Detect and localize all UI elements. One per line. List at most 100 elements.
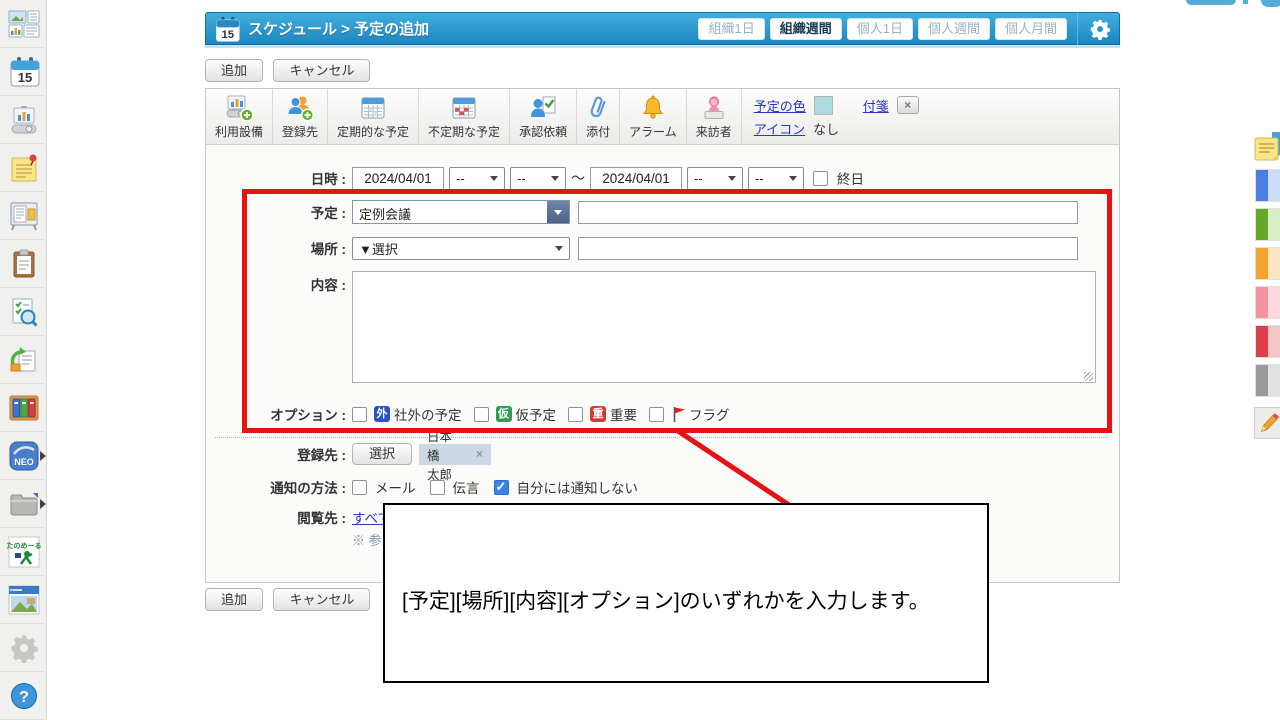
sidebar-item-tanomail[interactable]: たのめーる: [0, 528, 47, 576]
allday-checkbox[interactable]: [813, 171, 828, 186]
option-external-checkbox[interactable]: [352, 407, 367, 422]
sticky-note-icon: [1252, 130, 1280, 166]
sidebar-item-settings[interactable]: [0, 624, 47, 672]
plan-preset-select[interactable]: 定例会議: [352, 200, 570, 224]
neo-expand-arrow-icon[interactable]: [40, 451, 46, 461]
view-button-org-day[interactable]: 組織1日: [698, 18, 764, 40]
bulletin-board-icon: [8, 200, 40, 232]
chevron-down-icon: [728, 176, 736, 181]
equipment-projector-icon: [8, 104, 40, 136]
folder-icon: [8, 489, 40, 519]
header-divider: [1077, 12, 1078, 45]
start-hour-select[interactable]: --: [449, 167, 505, 190]
end-hour-select[interactable]: --: [687, 167, 743, 190]
textarea-resize-handle[interactable]: [1084, 372, 1093, 381]
fusen-color-blue[interactable]: [1256, 170, 1280, 201]
add-button-top[interactable]: 追加: [205, 59, 263, 82]
cancel-button-bottom[interactable]: キャンセル: [273, 588, 370, 611]
sidebar-item-document[interactable]: [0, 384, 47, 432]
fusen-note-button[interactable]: [1252, 130, 1280, 171]
sidebar-item-help[interactable]: ?: [0, 672, 47, 720]
view-button-org-week[interactable]: 組織週間: [770, 18, 842, 40]
callout-box: [予定][場所][内容][オプション]のいずれかを入力します。: [383, 503, 989, 683]
registrant-remove-icon[interactable]: ×: [476, 447, 483, 461]
plan-label: 予定 :: [213, 202, 346, 222]
folder-expand-arrow-icon[interactable]: [40, 499, 46, 509]
chevron-down-icon: [555, 246, 563, 251]
fusen-color-gray[interactable]: [1256, 365, 1280, 396]
fusen-color-orange[interactable]: [1256, 248, 1280, 279]
sidebar-item-folder[interactable]: [0, 480, 47, 528]
view-button-personal-month[interactable]: 個人月間: [995, 18, 1067, 40]
option-flag-checkbox[interactable]: [649, 407, 664, 422]
notify-message-checkbox[interactable]: [430, 480, 445, 495]
date-range-tilde: ～: [571, 168, 585, 188]
toolbar-recurring-button[interactable]: 定期的な予定: [328, 89, 419, 144]
sidebar-item-portal[interactable]: [0, 0, 47, 48]
option-tentative-checkbox[interactable]: [474, 407, 489, 422]
place-text-input[interactable]: [578, 237, 1078, 260]
toolbar-visitor-button[interactable]: 来訪者: [687, 89, 742, 144]
plan-color-swatch[interactable]: [814, 96, 833, 115]
notify-not-self-checkbox[interactable]: [494, 480, 509, 495]
portal-icon: [7, 9, 41, 39]
toolbar-approval-button[interactable]: 承認依頼: [510, 89, 577, 144]
toolbar-attach-button[interactable]: 添付: [577, 89, 620, 144]
fusen-link[interactable]: 付箋: [863, 96, 889, 115]
toolbar-equipment-button[interactable]: 利用設備: [206, 89, 273, 144]
registrant-select-button[interactable]: 選択: [352, 443, 412, 465]
fusen-color-green[interactable]: [1256, 209, 1280, 240]
notify-mail-checkbox[interactable]: [352, 480, 367, 495]
visibility-label: 閲覧先 :: [213, 507, 346, 527]
chevron-down-icon: [554, 210, 562, 215]
sidebar-item-survey[interactable]: [0, 288, 47, 336]
end-date-input[interactable]: [590, 167, 682, 190]
plan-text-input[interactable]: [578, 201, 1078, 224]
calendar-recurring-icon: [359, 94, 387, 122]
visitor-icon: [700, 94, 728, 122]
sidebar-item-schedule[interactable]: 15: [0, 48, 47, 96]
svg-text:15: 15: [17, 70, 31, 85]
workflow-circulation-icon: [8, 344, 40, 376]
plan-select-button[interactable]: [547, 201, 569, 223]
icon-link[interactable]: アイコン: [754, 119, 805, 138]
todo-clipboard-icon: [8, 248, 40, 280]
sidebar-item-neo[interactable]: NEO: [0, 432, 47, 480]
start-date-input[interactable]: [352, 167, 444, 190]
calendar-irregular-icon: [450, 94, 478, 122]
sidebar-item-memo[interactable]: [0, 144, 47, 192]
toolbar-registrant-button[interactable]: 登録先: [273, 89, 328, 144]
toolbar-alarm-button[interactable]: アラーム: [620, 89, 687, 144]
fusen-edit-button[interactable]: [1254, 407, 1280, 439]
sidebar-item-workflow[interactable]: [0, 336, 47, 384]
datetime-label: 日時 :: [213, 168, 346, 188]
sidebar-item-welfare-banner[interactable]: [0, 576, 47, 624]
plan-color-link[interactable]: 予定の色: [754, 96, 806, 115]
place-select[interactable]: ▼選択: [352, 237, 570, 260]
sidebar-item-bulletin[interactable]: [0, 192, 47, 240]
paperclip-icon: [586, 94, 610, 122]
add-button-bottom[interactable]: 追加: [205, 588, 263, 611]
fusen-color-pink[interactable]: [1256, 287, 1280, 318]
person-add-icon: [286, 94, 314, 122]
toolbar-equipment-label: 利用設備: [215, 123, 263, 140]
fusen-color-red[interactable]: [1256, 326, 1280, 357]
sidebar-item-equipment[interactable]: [0, 96, 47, 144]
view-button-personal-week[interactable]: 個人週間: [918, 18, 990, 40]
option-important-checkbox[interactable]: [568, 407, 583, 422]
cancel-button-top[interactable]: キャンセル: [273, 59, 370, 82]
welfare-banner-icon: [7, 584, 41, 616]
settings-gear-button[interactable]: [1087, 16, 1113, 42]
end-minute-select[interactable]: --: [748, 167, 804, 190]
fusen-close-button[interactable]: ×: [897, 96, 919, 114]
chevron-down-icon: [551, 176, 559, 181]
sidebar-item-todo[interactable]: [0, 240, 47, 288]
view-button-personal-day[interactable]: 個人1日: [847, 18, 913, 40]
app-sidebar: 15: [0, 0, 47, 720]
svg-text:NEO: NEO: [14, 457, 34, 467]
content-textarea[interactable]: [352, 271, 1096, 383]
toolbar-irregular-button[interactable]: 不定期な予定: [419, 89, 510, 144]
options-label: オプション :: [213, 404, 346, 424]
schedule-calendar-icon: 15: [8, 55, 40, 89]
start-minute-select[interactable]: --: [510, 167, 566, 190]
